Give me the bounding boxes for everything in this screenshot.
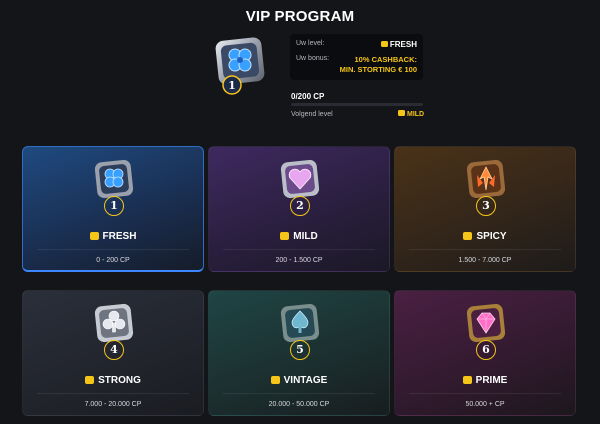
hero-level-number: 1 [228, 79, 236, 92]
next-level-value: MILD [398, 110, 424, 118]
cheese-icon [462, 375, 472, 384]
diamond-gem-icon [466, 303, 506, 343]
divider [409, 249, 561, 250]
status-panel: Uw level: FRESH Uw bonus: 10% CASHBACK: … [290, 34, 423, 80]
level-number-badge: 4 [104, 340, 124, 360]
clover-gem-icon [94, 159, 134, 199]
bonus-label: Uw bonus: [296, 55, 330, 62]
club-gem-icon [94, 303, 134, 343]
level-name: SPICY [395, 231, 575, 242]
cheese-icon [398, 110, 405, 116]
flame-gem-icon [466, 159, 506, 199]
level-cp-range: 1.500 - 7.000 CP [458, 257, 512, 264]
current-level-badge: 1 [211, 35, 269, 95]
cheese-icon [380, 41, 388, 47]
level-cp-range: 50.000 + CP [465, 401, 505, 408]
level-name: FRESH [23, 231, 203, 242]
cheese-icon [89, 231, 99, 240]
bonus-value: 10% CASHBACK: MIN. STORTING € 100 [339, 55, 417, 74]
cheese-icon [463, 231, 473, 240]
level-number-badge: 1 [104, 196, 124, 216]
level-card-fresh[interactable]: 1 FRESH 0 - 200 CP [22, 146, 204, 272]
cp-progress-bar [291, 103, 423, 106]
divider [223, 393, 375, 394]
bonus-row: Uw bonus: 10% CASHBACK: MIN. STORTING € … [296, 55, 417, 74]
divider [409, 393, 561, 394]
level-card-vintage[interactable]: 5 VINTAGE 20.000 - 50.000 CP [208, 290, 390, 416]
current-level-row: Uw level: FRESH [296, 40, 417, 49]
level-number-badge: 2 [290, 196, 310, 216]
level-number-badge: 3 [476, 196, 496, 216]
level-number-badge: 5 [290, 340, 310, 360]
level-name: MILD [209, 231, 389, 242]
divider [37, 249, 189, 250]
page-title: VIP PROGRAM [245, 8, 355, 25]
level-card-prime[interactable]: 6 PRIME 50.000 + CP [394, 290, 576, 416]
level-card-mild[interactable]: 2 MILD 200 - 1.500 CP [208, 146, 390, 272]
current-level-label: Uw level: [296, 40, 325, 47]
level-name: VINTAGE [209, 375, 389, 386]
divider [223, 249, 375, 250]
level-cp-range: 0 - 200 CP [96, 257, 130, 264]
level-cp-range: 200 - 1.500 CP [275, 257, 323, 264]
level-cp-range: 7.000 - 20.000 CP [84, 401, 142, 408]
cheese-icon [280, 231, 290, 240]
level-number-badge: 6 [476, 340, 496, 360]
current-level-value: FRESH [380, 40, 417, 49]
level-name: PRIME [395, 375, 575, 386]
clover-gem-icon: 1 [215, 37, 265, 95]
level-name: STRONG [23, 375, 203, 386]
level-cp-range: 20.000 - 50.000 CP [268, 401, 330, 408]
cp-progress-text: 0/200 CP [291, 92, 325, 101]
level-card-strong[interactable]: 4 STRONG 7.000 - 20.000 CP [22, 290, 204, 416]
divider [37, 393, 189, 394]
cheese-icon [270, 375, 280, 384]
level-card-spicy[interactable]: 3 SPICY 1.500 - 7.000 CP [394, 146, 576, 272]
spade-gem-icon [280, 303, 320, 343]
heart-gem-icon [280, 159, 320, 199]
cheese-icon [85, 375, 95, 384]
next-level-label: Volgend level [291, 111, 333, 118]
